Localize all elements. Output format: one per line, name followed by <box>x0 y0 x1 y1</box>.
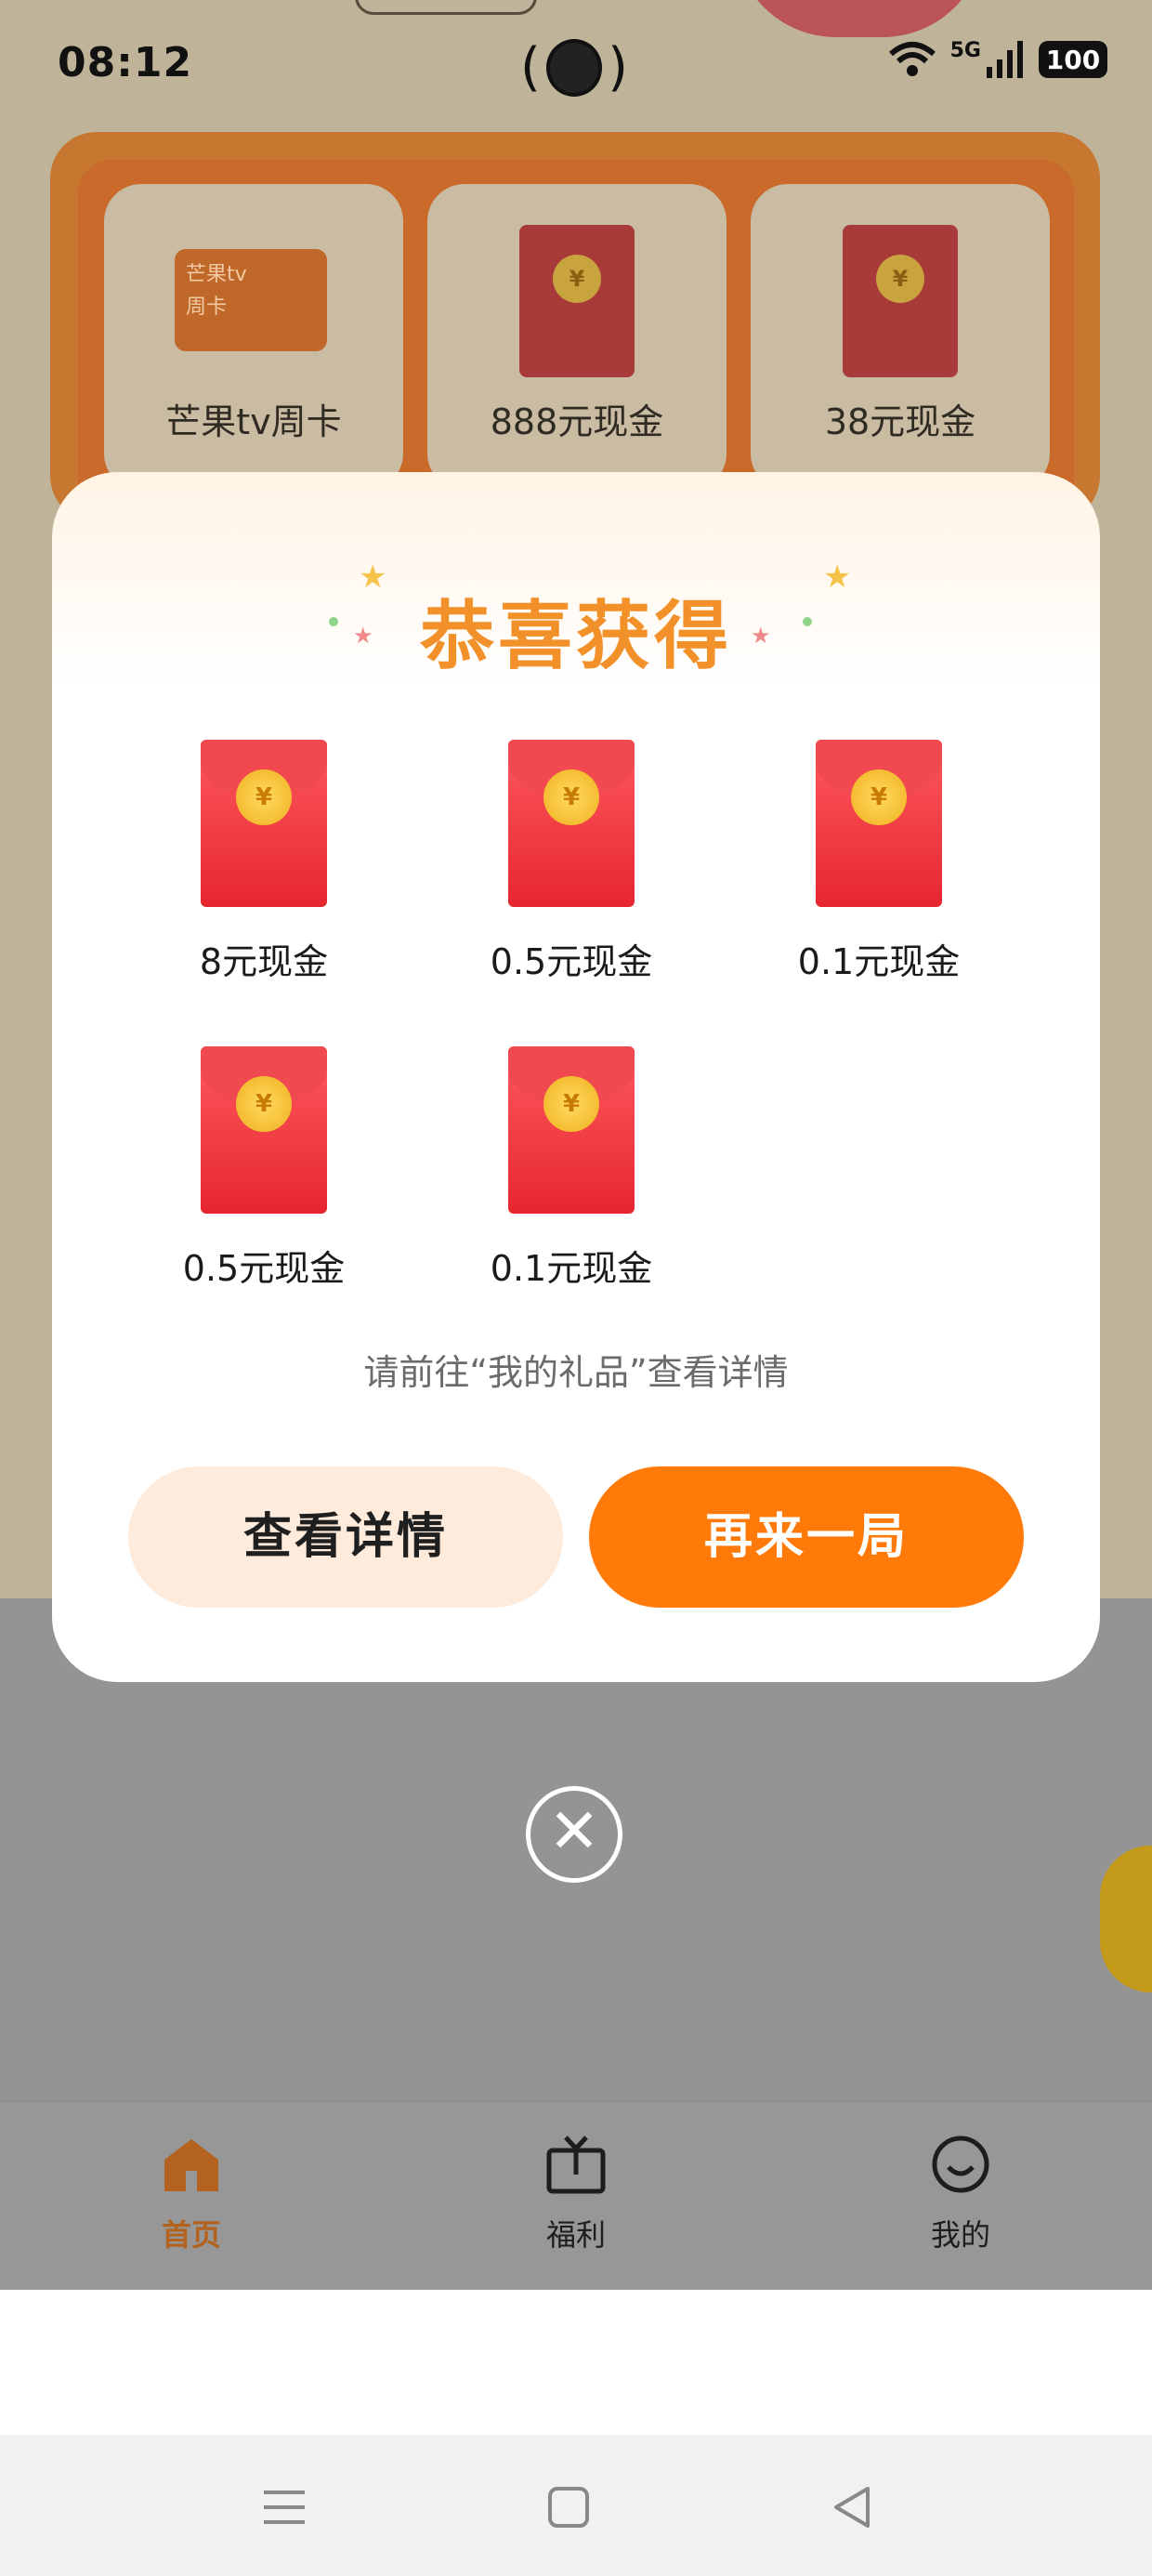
reward-label: 0.5元现金 <box>490 941 653 982</box>
tab-label: 福利 <box>545 2217 606 2253</box>
red-envelope-icon: ¥ <box>519 225 635 377</box>
red-envelope-icon: ¥ <box>508 740 635 907</box>
red-envelope-icon: ¥ <box>201 1046 327 1214</box>
battery-icon: 100 <box>1039 41 1107 78</box>
menu-icon[interactable] <box>258 2481 310 2533</box>
tab-home[interactable]: 首页 <box>98 2134 284 2254</box>
prize-card: ¥ 38元现金 <box>751 184 1050 491</box>
tv-icon <box>546 2136 606 2194</box>
red-envelope-icon: ¥ <box>508 1046 635 1214</box>
close-icon[interactable]: ✕ <box>526 1786 622 1883</box>
view-details-button[interactable]: 查看详情 <box>128 1466 563 1608</box>
mango-tv-card-icon: 芒果tv 周卡 <box>175 249 327 351</box>
system-nav-bar <box>0 2435 1152 2576</box>
prize-card-label: 38元现金 <box>824 401 976 442</box>
avatar <box>545 39 603 97</box>
bottom-tab-bar: 首页 福利 我的 <box>0 2100 1152 2292</box>
tab-label: 首页 <box>161 2217 221 2253</box>
reward-label: 0.5元现金 <box>182 1248 346 1289</box>
header-pill <box>355 0 537 15</box>
reward-item: ¥ 0.5元现金 <box>432 740 711 1019</box>
tab-mine[interactable]: 我的 <box>868 2134 1054 2254</box>
prize-card: 芒果tv 周卡 芒果tv周卡 <box>104 184 403 491</box>
reward-label: 0.1元现金 <box>797 941 961 982</box>
home-icon <box>164 2139 218 2191</box>
reward-item: ¥ 0.1元现金 <box>740 740 1018 1019</box>
red-envelope-icon: ¥ <box>843 225 958 377</box>
tab-welfare[interactable]: 福利 <box>483 2134 669 2254</box>
status-icons: 5G 100 <box>887 39 1107 80</box>
status-live-indicator: () <box>520 37 628 98</box>
play-again-button[interactable]: 再来一局 <box>589 1466 1024 1608</box>
reward-item: ¥ 8元现金 <box>124 740 403 1019</box>
red-envelope-icon: ¥ <box>201 740 327 907</box>
red-envelope-icon: ¥ <box>816 740 942 907</box>
reward-label: 8元现金 <box>199 941 329 982</box>
hint-text: 请前往“我的礼品”查看详情 <box>363 1352 789 1393</box>
reward-item: ¥ 0.5元现金 <box>124 1046 403 1325</box>
wifi-icon <box>888 42 936 76</box>
network-label: 5G <box>949 39 981 62</box>
smiley-icon <box>932 2136 989 2193</box>
reward-modal: ★ ★ ★ ★ 恭喜获得 ¥ 8元现金 ¥ 0.5元现金 ¥ 0.1元现金 ¥ … <box>52 472 1100 1682</box>
tab-label: 我的 <box>930 2217 990 2253</box>
blank-area <box>0 2290 1152 2435</box>
home-square-icon[interactable] <box>543 2481 595 2533</box>
reward-label: 0.1元现金 <box>490 1248 653 1289</box>
reward-item: ¥ 0.1元现金 <box>432 1046 711 1325</box>
signal-icon <box>987 41 1023 78</box>
prize-card-label: 芒果tv周卡 <box>165 401 342 442</box>
status-time: 08:12 <box>58 39 193 86</box>
prize-card: ¥ 888元现金 <box>427 184 727 491</box>
back-icon[interactable] <box>827 2481 879 2533</box>
prize-card-label: 888元现金 <box>490 401 664 442</box>
